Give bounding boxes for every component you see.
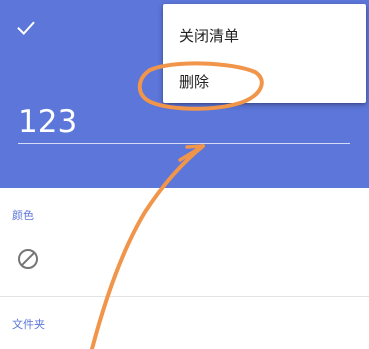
menu-item-close-list[interactable]: 关闭清单 xyxy=(163,13,366,57)
menu-item-delete[interactable]: 删除 xyxy=(163,59,366,103)
done-button[interactable] xyxy=(8,10,44,46)
block-icon[interactable] xyxy=(16,247,40,271)
note-title-input[interactable] xyxy=(18,100,350,144)
folder-section-label: 文件夹 xyxy=(12,318,45,331)
check-icon xyxy=(17,21,35,35)
color-section-label: 颜色 xyxy=(12,209,34,222)
note-editor-screen: 颜色 文件夹 关闭清单 删除 xyxy=(0,0,369,349)
overflow-menu: 关闭清单 删除 xyxy=(163,4,366,103)
section-divider xyxy=(0,296,369,297)
